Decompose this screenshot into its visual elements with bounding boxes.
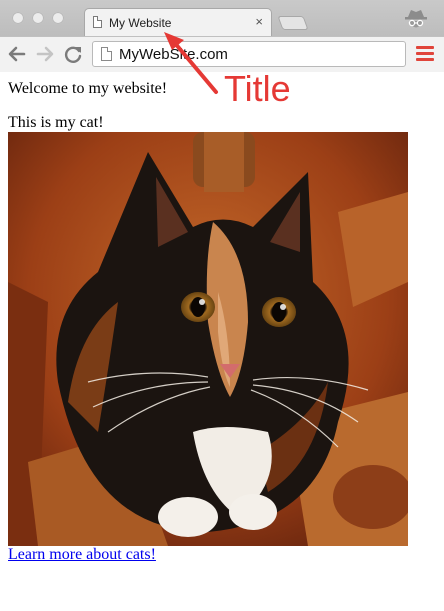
cat-photo <box>8 132 408 546</box>
page-icon <box>93 16 102 28</box>
back-arrow-icon[interactable] <box>6 43 28 65</box>
page-icon <box>101 47 112 61</box>
close-window-button[interactable] <box>12 12 24 24</box>
new-tab-button[interactable] <box>277 16 309 30</box>
address-bar[interactable]: MyWebSite.com <box>92 41 406 67</box>
maximize-window-button[interactable] <box>52 12 64 24</box>
cat-caption: This is my cat! <box>8 114 104 131</box>
welcome-text: Welcome to my website! <box>8 80 168 97</box>
annotation-arrow-icon <box>164 32 218 94</box>
reload-icon[interactable] <box>62 43 84 65</box>
hamburger-menu-icon[interactable] <box>416 46 434 62</box>
forward-arrow-icon[interactable] <box>34 43 56 65</box>
annotation-title-label: Title <box>224 68 291 109</box>
incognito-icon <box>405 10 427 28</box>
tab-close-button[interactable]: × <box>255 14 263 30</box>
minimize-window-button[interactable] <box>32 12 44 24</box>
learn-more-link[interactable]: Learn more about cats! <box>8 546 156 564</box>
